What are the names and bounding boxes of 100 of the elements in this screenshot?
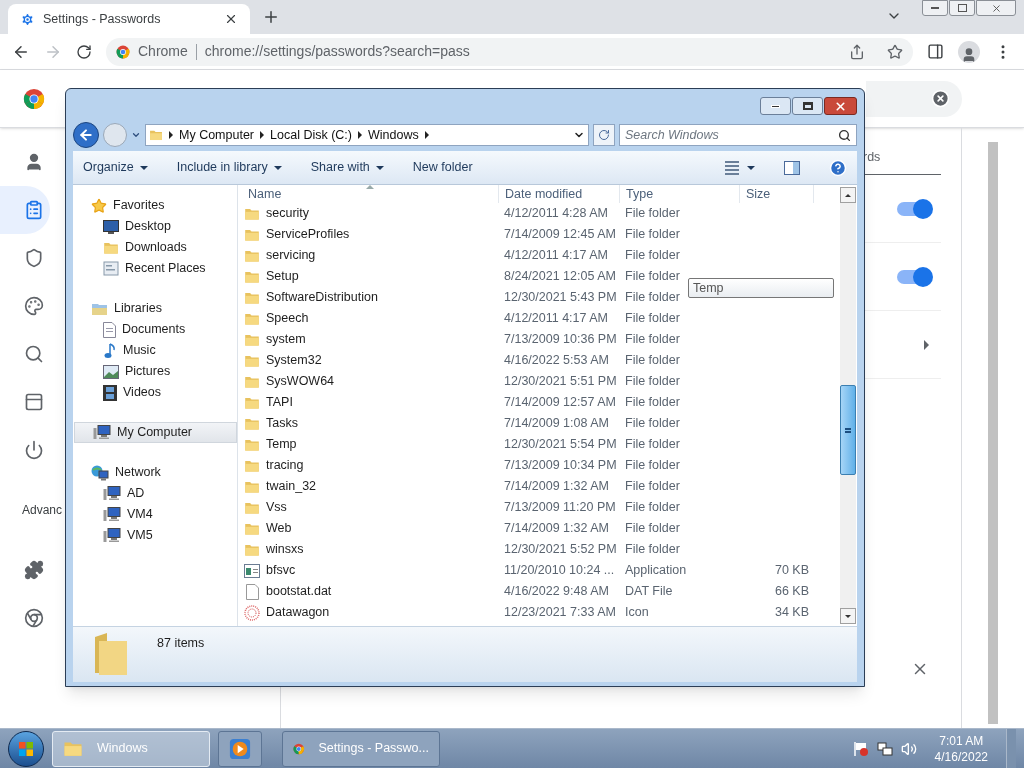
breadcrumb-arrow-icon[interactable] [260,131,265,139]
search-icon[interactable] [24,344,44,364]
nav-item[interactable]: Pictures [73,361,237,382]
file-name[interactable]: SysWOW64 [266,372,335,391]
search-field[interactable]: Search Windows [619,124,857,146]
refresh-button[interactable] [593,124,615,146]
file-name[interactable]: Datawagon [266,603,330,622]
computer-icon [93,425,111,440]
close-icon[interactable] [224,12,238,26]
back-button[interactable] [73,122,99,148]
column-header[interactable]: Size [739,184,814,204]
column-header[interactable]: Name [238,184,498,204]
folder-icon [244,542,260,557]
breadcrumb-arrow-icon[interactable] [358,131,362,139]
column-header[interactable]: Type [619,184,739,204]
close-button[interactable] [824,97,857,115]
nav-item[interactable]: Libraries [73,298,237,319]
breadcrumb-item[interactable]: Local Disk (C:) [270,125,352,145]
restore-button[interactable] [949,0,975,16]
browser-tab[interactable]: Settings - Passwords [8,4,250,34]
breadcrumb-item[interactable]: My Computer [179,125,255,145]
minimize-button[interactable] [760,97,791,115]
file-name[interactable]: bootstat.dat [266,582,332,601]
view-options-button[interactable] [725,160,755,175]
help-icon[interactable] [829,158,847,177]
vertical-scrollbar[interactable] [840,187,856,624]
minimize-button[interactable] [922,0,948,16]
toggle-switch[interactable] [897,269,931,284]
folder-icon [244,311,260,326]
new-tab-icon[interactable] [262,8,280,26]
nav-item[interactable]: Music [73,340,237,361]
file-name[interactable]: system [266,330,306,349]
breadcrumb-arrow-icon[interactable] [424,131,429,139]
file-name[interactable]: Setup [266,267,299,286]
maximize-button[interactable] [792,97,823,115]
file-name[interactable]: TAPI [266,393,293,412]
puzzle-icon[interactable] [24,560,44,580]
file-name[interactable]: servicing [266,246,316,265]
chrome-icon[interactable] [24,608,44,628]
share-icon[interactable] [849,43,865,60]
file-name[interactable]: tracing [266,456,304,475]
file-type: File folder [625,416,680,431]
library-icon [91,301,108,316]
start-button[interactable] [8,730,44,767]
shield-icon[interactable] [24,248,44,268]
breadcrumb-item[interactable]: Windows [368,125,419,145]
address-bar[interactable]: Chrome chrome://settings/passwords?search=pass [106,37,913,66]
search-input[interactable]: Search Windows [625,125,838,145]
bookmark-star-icon[interactable] [887,43,903,60]
search-icon[interactable] [838,128,851,142]
nav-item[interactable]: Desktop [73,216,237,237]
file-name[interactable]: security [266,204,310,223]
arrow-right-icon[interactable] [924,339,929,350]
item-count: 87 items [157,635,205,652]
nav-item[interactable]: Recent Places [73,258,237,279]
file-name[interactable]: winsxs [266,540,304,559]
column-header[interactable]: Date modified [498,184,619,204]
person-icon[interactable] [24,152,44,172]
nav-item[interactable]: Videos [73,382,237,403]
toolbar-button[interactable]: New folder [412,158,473,177]
toolbar-button[interactable]: Include in library [176,158,282,177]
file-type: File folder [625,374,680,389]
clipboard-icon[interactable] [24,200,44,220]
file-name[interactable]: ServiceProfiles [266,225,350,244]
file-name[interactable]: bfsvc [266,561,296,580]
file-name[interactable]: Web [266,519,292,538]
nav-item[interactable]: Network [73,462,237,483]
nav-item[interactable]: VM4 [73,504,237,525]
browser-window-icon[interactable] [24,392,44,412]
network-icon[interactable] [876,740,893,757]
flag-icon[interactable] [852,740,869,757]
toolbar-button[interactable]: Organize [83,158,148,177]
file-name[interactable]: SoftwareDistribution [266,288,378,307]
file-name[interactable]: Vss [266,498,287,517]
profile-avatar[interactable] [958,40,980,63]
toolbar-button[interactable]: Share with [310,158,384,177]
history-dropdown-icon[interactable] [131,130,141,140]
file-name[interactable]: Tasks [266,414,298,433]
file-name[interactable]: twain_32 [266,477,317,496]
preview-pane-button[interactable] [784,160,800,175]
speaker-icon[interactable] [900,740,917,757]
palette-icon[interactable] [24,296,44,316]
toggle-switch[interactable] [897,201,931,216]
nav-item[interactable]: My Computer [74,422,237,443]
power-icon[interactable] [24,440,44,460]
file-name[interactable]: Temp [266,435,297,454]
nav-item[interactable]: Favorites [73,195,237,216]
reload-icon[interactable] [76,43,92,60]
nav-item[interactable]: Downloads [73,237,237,258]
side-panel-icon[interactable] [927,43,944,60]
file-name[interactable]: System32 [266,351,322,370]
settings-search-field[interactable] [866,80,962,117]
breadcrumb-arrow-icon[interactable] [169,131,173,139]
address-bar[interactable]: My Computer Local Disk (C:) Windows [145,124,589,146]
nav-item[interactable]: VM5 [73,525,237,546]
nav-label[interactable]: Advanc [22,501,63,519]
nav-item[interactable]: Documents [73,319,237,340]
file-name[interactable]: Speech [266,309,309,328]
clear-search-icon[interactable] [931,89,950,108]
nav-item[interactable]: AD [73,483,237,504]
